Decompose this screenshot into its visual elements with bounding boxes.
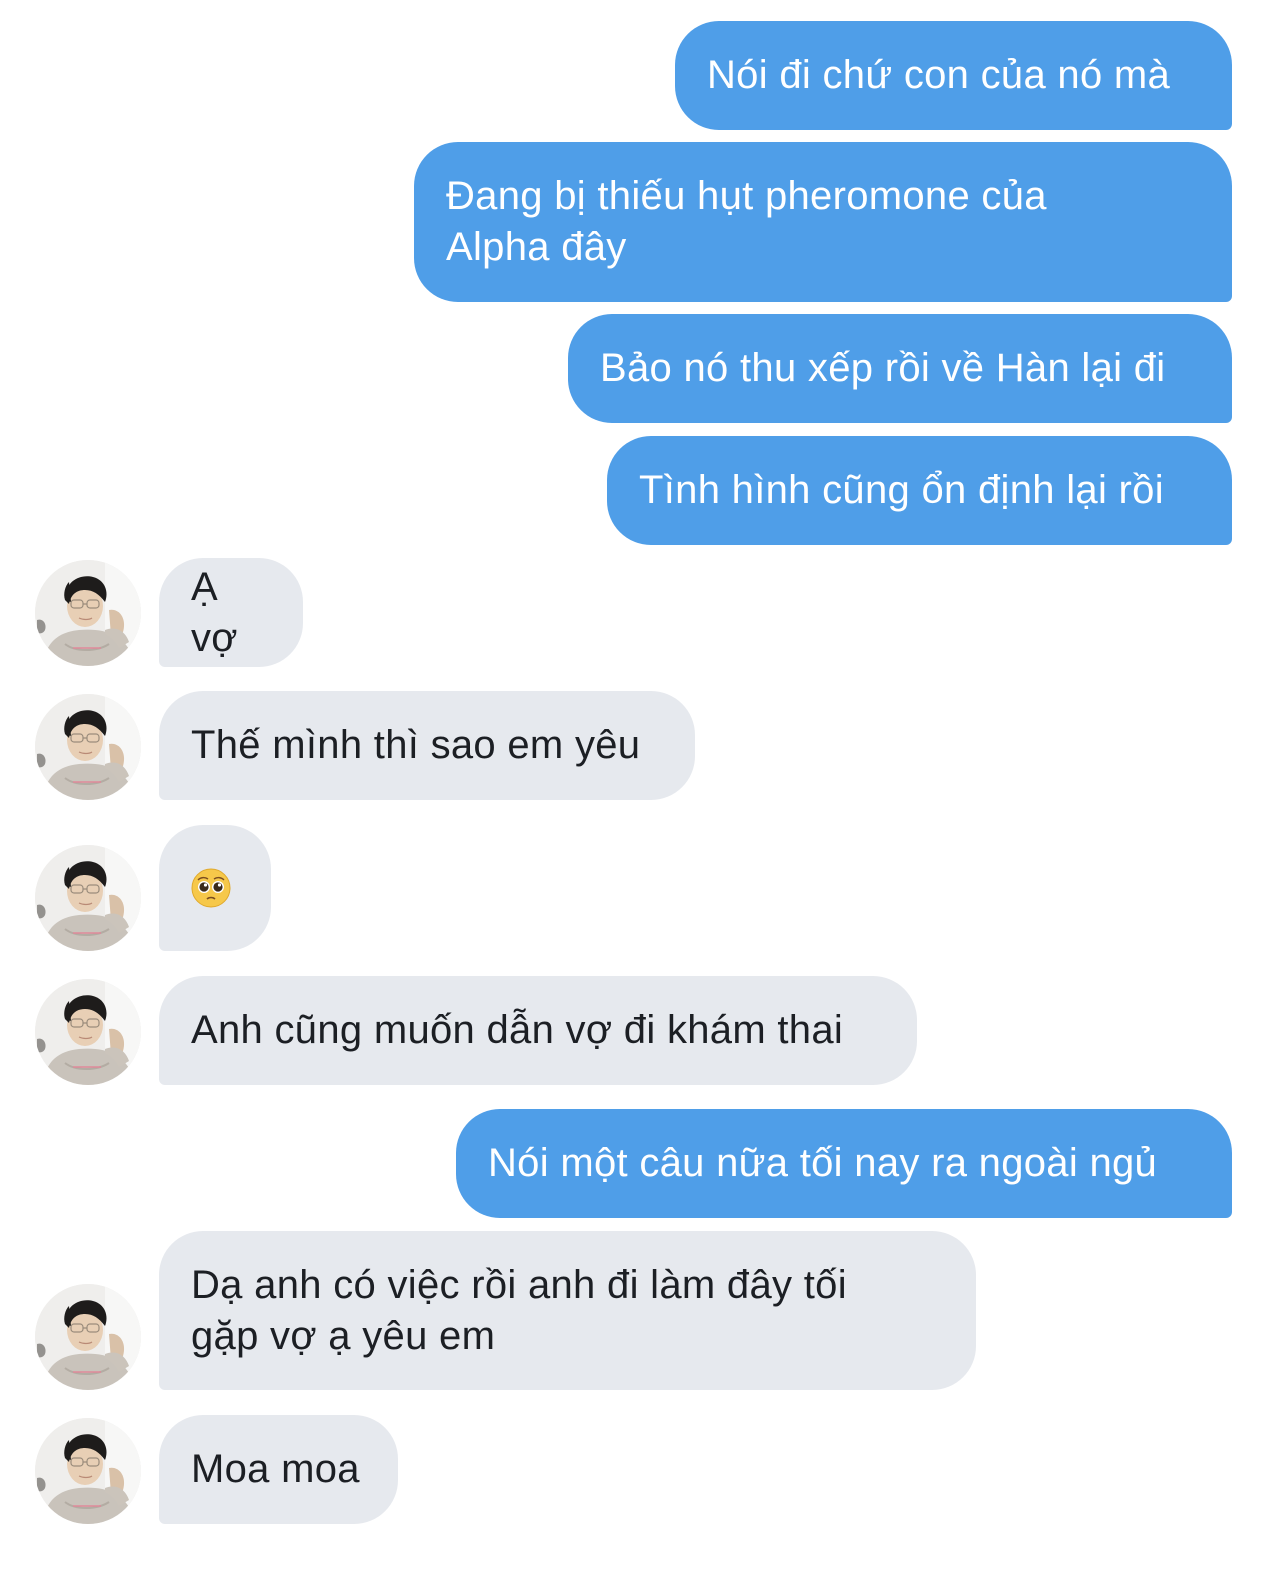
outgoing-message-bubble[interactable]: Tình hình cũng ổn định lại rồi xyxy=(607,436,1232,545)
message-text: Ạ vợ xyxy=(191,564,238,660)
message-text: Dạ anh có việc rồi anh đi làm đây tối gặ… xyxy=(191,1262,847,1358)
contact-avatar[interactable] xyxy=(35,845,141,951)
outgoing-message-bubble[interactable]: Đang bị thiếu hụt pheromone của Alpha đâ… xyxy=(414,142,1232,302)
user-avatar-icon xyxy=(35,1418,141,1524)
incoming-message-bubble[interactable]: Thế mình thì sao em yêu xyxy=(159,691,695,800)
user-avatar-icon xyxy=(35,845,141,951)
contact-avatar[interactable] xyxy=(35,1418,141,1524)
chat-thread: Nói đi chứ con của nó mà Đang bị thiếu h… xyxy=(0,0,1283,1586)
user-avatar-icon xyxy=(35,694,141,800)
message-text: Đang bị thiếu hụt pheromone của Alpha đâ… xyxy=(446,174,1047,269)
outgoing-message-bubble[interactable]: Bảo nó thu xếp rồi về Hàn lại đi xyxy=(568,314,1232,423)
message-text: Bảo nó thu xếp rồi về Hàn lại đi xyxy=(600,346,1166,390)
message-text: Nói một câu nữa tối nay ra ngoài ngủ xyxy=(488,1141,1158,1185)
message-text: Tình hình cũng ổn định lại rồi xyxy=(639,468,1164,512)
user-avatar-icon xyxy=(35,979,141,1085)
incoming-message-bubble[interactable]: Anh cũng muốn dẫn vợ đi khám thai xyxy=(159,976,917,1085)
user-avatar-icon xyxy=(35,560,141,666)
message-text: Moa moa xyxy=(191,1447,360,1491)
pleading-face-icon xyxy=(191,868,231,908)
outgoing-message-bubble[interactable]: Nói đi chứ con của nó mà xyxy=(675,21,1232,130)
user-avatar-icon xyxy=(35,1284,141,1390)
incoming-message-bubble[interactable] xyxy=(159,825,271,951)
contact-avatar[interactable] xyxy=(35,694,141,800)
outgoing-message-bubble[interactable]: Nói một câu nữa tối nay ra ngoài ngủ xyxy=(456,1109,1232,1218)
contact-avatar[interactable] xyxy=(35,979,141,1085)
incoming-message-bubble[interactable]: Ạ vợ xyxy=(159,558,303,667)
message-text: Anh cũng muốn dẫn vợ đi khám thai xyxy=(191,1008,844,1052)
incoming-message-bubble[interactable]: Moa moa xyxy=(159,1415,398,1524)
message-text: Thế mình thì sao em yêu xyxy=(191,723,641,767)
contact-avatar[interactable] xyxy=(35,560,141,666)
message-text: Nói đi chứ con của nó mà xyxy=(707,53,1171,97)
incoming-message-bubble[interactable]: Dạ anh có việc rồi anh đi làm đây tối gặ… xyxy=(159,1231,976,1390)
contact-avatar[interactable] xyxy=(35,1284,141,1390)
